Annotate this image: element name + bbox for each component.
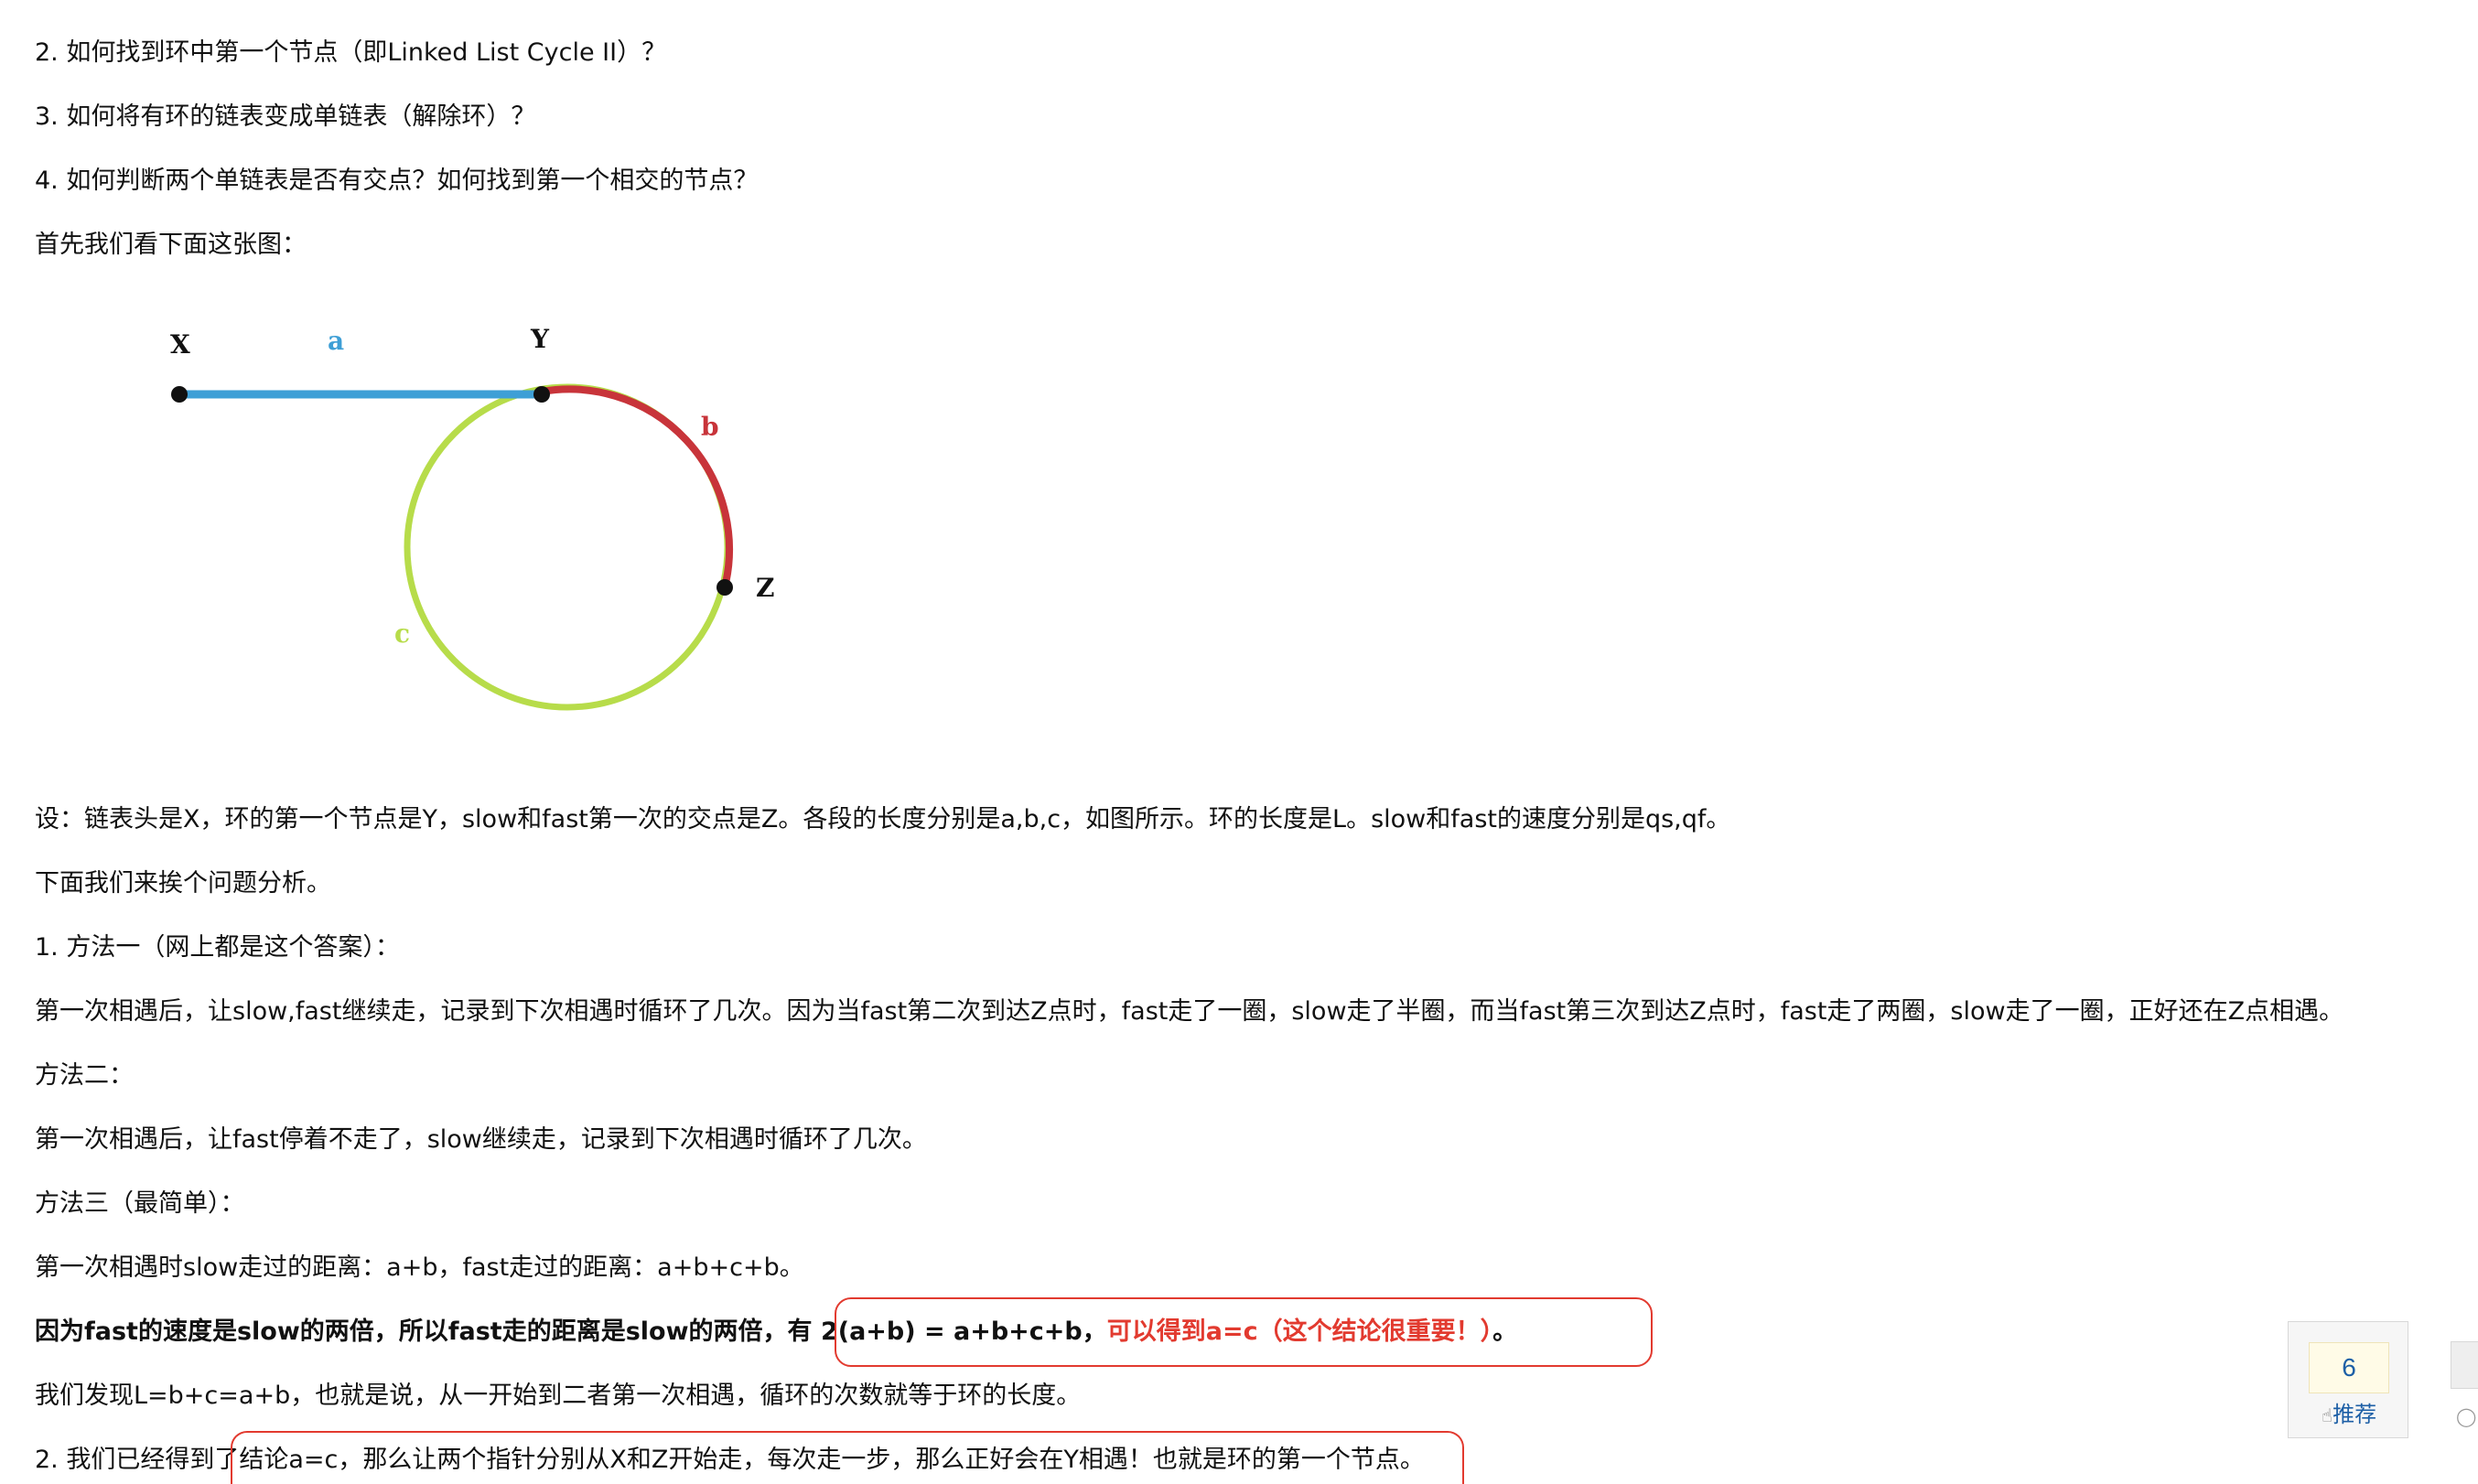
- label-x: X: [170, 329, 190, 360]
- node-x: [171, 386, 188, 403]
- question-3: 3. 如何将有环的链表变成单链表（解除环）？: [35, 102, 536, 131]
- recommend-count: 6: [2309, 1342, 2389, 1393]
- method-2-title: 方法二：: [35, 1061, 134, 1090]
- label-y: Y: [530, 324, 550, 354]
- distance-text: 第一次相遇时slow走过的距离：a+b，fast走过的距离：a+b+c+b。: [35, 1253, 804, 1282]
- label-z: Z: [756, 573, 774, 603]
- recommend-button[interactable]: ☝推荐: [2309, 1399, 2389, 1430]
- formula-period: 。: [1492, 1317, 1518, 1346]
- side-panel-button[interactable]: [2451, 1341, 2478, 1389]
- formula: 2(a+b) = a+b+c+b，: [820, 1317, 1107, 1346]
- method-2-body: 第一次相遇后，让fast停着不走了，slow继续走，记录到下次相遇时循环了几次。: [35, 1125, 927, 1154]
- loop-length-text: 我们发现L=b+c=a+b，也就是说，从一开始到二者第一次相遇，循环的次数就等于…: [35, 1382, 1082, 1410]
- analyze-text: 下面我们来挨个问题分析。: [35, 869, 331, 898]
- method-1-body: 第一次相遇后，让slow,fast继续走，记录到下次相遇时循环了几次。因为当fa…: [35, 997, 2344, 1026]
- thumbs-up-icon: ☝: [2321, 1404, 2333, 1426]
- question-2: 2. 如何找到环中第一个节点（即Linked List Cycle II）？: [35, 38, 667, 67]
- method-3-title: 方法三（最简单）：: [35, 1189, 245, 1218]
- node-z: [716, 579, 733, 596]
- intro-text: 首先我们看下面这张图：: [35, 231, 307, 259]
- node-y: [533, 386, 550, 403]
- label-b: b: [701, 412, 719, 442]
- answer-2-text: 2. 我们已经得到了结论a=c，那么让两个指针分别从X和Z开始走，每次走一步，那…: [35, 1446, 1425, 1474]
- method-1-title: 1. 方法一（网上都是这个答案）：: [35, 933, 400, 962]
- formula-prefix: 因为fast的速度是slow的两倍，所以fast走的距离是slow的两倍，有: [35, 1317, 821, 1346]
- comment-icon[interactable]: ◯: [2456, 1405, 2478, 1427]
- label-c: c: [394, 618, 410, 649]
- recommend-widget[interactable]: 6 ☝推荐: [2288, 1321, 2408, 1438]
- linked-list-cycle-diagram: X a Y b Z c: [170, 324, 774, 711]
- label-a: a: [328, 326, 344, 356]
- setup-text: 设：链表头是X，环的第一个节点是Y，slow和fast第一次的交点是Z。各段的长…: [35, 805, 1731, 833]
- conclusion-highlight: 可以得到a=c（这个结论很重要！）: [1106, 1317, 1493, 1346]
- question-4: 4. 如何判断两个单链表是否有交点？如何找到第一个相交的节点？: [35, 167, 759, 195]
- recommend-label: 推荐: [2333, 1402, 2377, 1427]
- formula-line: 因为fast的速度是slow的两倍，所以fast走的距离是slow的两倍，有 2…: [35, 1314, 1517, 1350]
